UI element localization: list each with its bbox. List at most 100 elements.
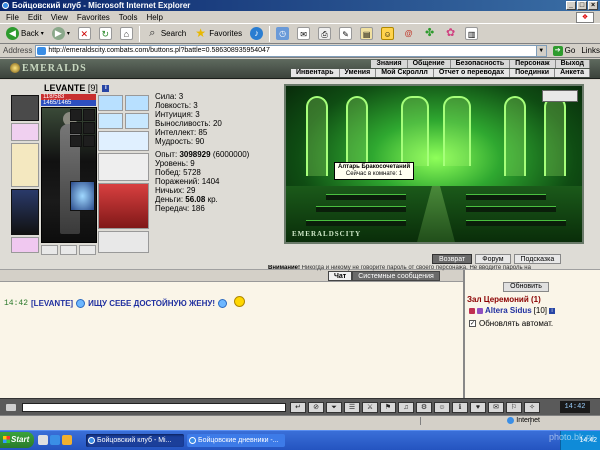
- nav-transfer-report[interactable]: Отчет о переводах: [433, 69, 511, 77]
- small-slot[interactable]: [41, 245, 58, 255]
- go-button[interactable]: ➔ Go: [552, 45, 575, 56]
- small-slot[interactable]: [79, 245, 96, 255]
- clear-icon[interactable]: ⊘: [308, 402, 324, 413]
- home-button[interactable]: ⌂: [118, 26, 135, 42]
- return-button[interactable]: Возврат: [432, 254, 473, 264]
- search-button[interactable]: ⌕ Search: [144, 26, 188, 42]
- character-name[interactable]: LEVANTE: [44, 83, 85, 93]
- address-dropdown-button[interactable]: ▼: [536, 44, 547, 57]
- nav-battles[interactable]: Поединки: [510, 69, 556, 77]
- close-button[interactable]: ×: [588, 1, 598, 10]
- nav-profile[interactable]: Анкета: [555, 69, 590, 77]
- ring-slot[interactable]: [98, 95, 123, 111]
- menu-tools[interactable]: Tools: [119, 13, 138, 22]
- gloves-slot[interactable]: [98, 131, 149, 151]
- stop-button[interactable]: ✕: [76, 26, 93, 42]
- info-icon[interactable]: ℹ: [452, 402, 468, 413]
- menu-edit[interactable]: Edit: [28, 13, 42, 22]
- menu-file[interactable]: File: [6, 13, 19, 22]
- start-button[interactable]: Start: [0, 432, 34, 448]
- boots-slot[interactable]: [98, 231, 149, 253]
- bracer-slot[interactable]: [11, 123, 39, 141]
- discuss-button[interactable]: ▤: [358, 26, 375, 42]
- at-button[interactable]: @: [400, 26, 417, 42]
- small-slot[interactable]: [60, 245, 77, 255]
- belt-slot[interactable]: [11, 237, 39, 253]
- item-slot[interactable]: [83, 135, 95, 147]
- ie-icon[interactable]: [50, 435, 60, 445]
- weapon-slot[interactable]: [11, 143, 39, 187]
- mail-button[interactable]: ✉: [295, 26, 312, 42]
- shield-slot[interactable]: [98, 153, 149, 181]
- nav-security[interactable]: Безопасность: [450, 60, 511, 68]
- nav-inventory[interactable]: Инвентарь: [291, 69, 340, 77]
- menu-favorites[interactable]: Favorites: [77, 13, 110, 22]
- item-slot[interactable]: [70, 135, 82, 147]
- item-slot[interactable]: [83, 122, 95, 134]
- folder-icon[interactable]: [62, 435, 72, 445]
- flower-button[interactable]: ✿: [442, 26, 459, 42]
- location-scene[interactable]: Алтарь Бракосочетаний Сейчас в комнате: …: [284, 84, 584, 244]
- tab-system-messages[interactable]: Системные сообщения: [352, 271, 440, 281]
- armor-slot[interactable]: [11, 189, 39, 235]
- info-icon[interactable]: i: [549, 307, 556, 314]
- orb-slot[interactable]: [70, 181, 95, 211]
- item-slot[interactable]: [70, 122, 82, 134]
- history-button[interactable]: ◷: [274, 26, 291, 42]
- refresh-button[interactable]: ↻: [97, 26, 114, 42]
- nav-character[interactable]: Персонаж: [510, 60, 556, 68]
- chat-mode-icon[interactable]: [6, 404, 16, 411]
- ring-slot[interactable]: [125, 95, 149, 111]
- ring-slot[interactable]: [98, 113, 123, 129]
- scroll-icon[interactable]: ✉: [488, 402, 504, 413]
- hint-button[interactable]: Подсказка: [513, 254, 562, 264]
- media-button[interactable]: ♪: [248, 26, 265, 42]
- maximize-button[interactable]: □: [577, 1, 587, 10]
- filter-icon[interactable]: ⏷: [326, 402, 342, 413]
- fight-icon[interactable]: ⚔: [362, 402, 378, 413]
- forum-button[interactable]: Форум: [475, 254, 511, 264]
- task-button-diaries[interactable]: Бойцовские дневники -...: [187, 434, 285, 447]
- room-refresh-button[interactable]: Обновить: [503, 282, 549, 292]
- chat-area[interactable]: 14:42 [LEVANTE] ИЩУ СЕБЕ ДОСТОЙНУЮ ЖЕНУ!: [0, 281, 463, 398]
- menu-view[interactable]: View: [51, 13, 68, 22]
- tab-chat[interactable]: Чат: [328, 271, 353, 281]
- nav-knowledge[interactable]: Знания: [371, 60, 408, 68]
- legs-slot[interactable]: [98, 183, 149, 229]
- menu-help[interactable]: Help: [146, 13, 162, 22]
- gift-icon[interactable]: ✧: [524, 402, 540, 413]
- nav-exit[interactable]: Выход: [555, 60, 590, 68]
- nav-my-scroll[interactable]: Мой Скроллл: [376, 69, 434, 77]
- task-button-game[interactable]: Бойцовский клуб - Mi...: [86, 434, 184, 447]
- print-button[interactable]: ⎙: [316, 26, 333, 42]
- settings-icon[interactable]: ⚙: [416, 402, 432, 413]
- chat-input[interactable]: [22, 403, 286, 412]
- heart-icon[interactable]: ♥: [470, 402, 486, 413]
- nav-communication[interactable]: Общение: [407, 60, 451, 68]
- runner-icon[interactable]: ⚑: [380, 402, 396, 413]
- message-nick[interactable]: [LEVANTE]: [31, 299, 73, 308]
- item-slot[interactable]: [83, 109, 95, 121]
- room-user-name[interactable]: Altera Sidus: [485, 306, 532, 315]
- minimize-button[interactable]: _: [566, 1, 576, 10]
- send-icon[interactable]: ↵: [290, 402, 306, 413]
- auto-refresh-checkbox[interactable]: ✓: [469, 320, 476, 327]
- ring-slot[interactable]: [125, 113, 149, 129]
- show-desktop-icon[interactable]: [38, 435, 48, 445]
- smiley-icon[interactable]: ☺: [434, 402, 450, 413]
- research-button[interactable]: ▥: [463, 26, 480, 42]
- helmet-slot[interactable]: [11, 95, 39, 121]
- favorites-button[interactable]: ★ Favorites: [192, 26, 244, 42]
- info-icon[interactable]: i: [102, 85, 110, 93]
- forward-button[interactable]: ▶ ▾: [50, 26, 72, 42]
- back-button[interactable]: ◀ Back ▾: [4, 26, 46, 42]
- address-input[interactable]: http://emeraldscity.combats.com/buttons.…: [35, 44, 537, 57]
- links-button[interactable]: Links: [581, 46, 600, 55]
- edit-button[interactable]: ✎: [337, 26, 354, 42]
- item-slot[interactable]: [70, 109, 82, 121]
- nav-skills[interactable]: Умения: [339, 69, 377, 77]
- people-icon[interactable]: ☰: [344, 402, 360, 413]
- messenger-button[interactable]: ☺: [379, 26, 396, 42]
- clover-button[interactable]: ✤: [421, 26, 438, 42]
- flag-icon[interactable]: ⚐: [506, 402, 522, 413]
